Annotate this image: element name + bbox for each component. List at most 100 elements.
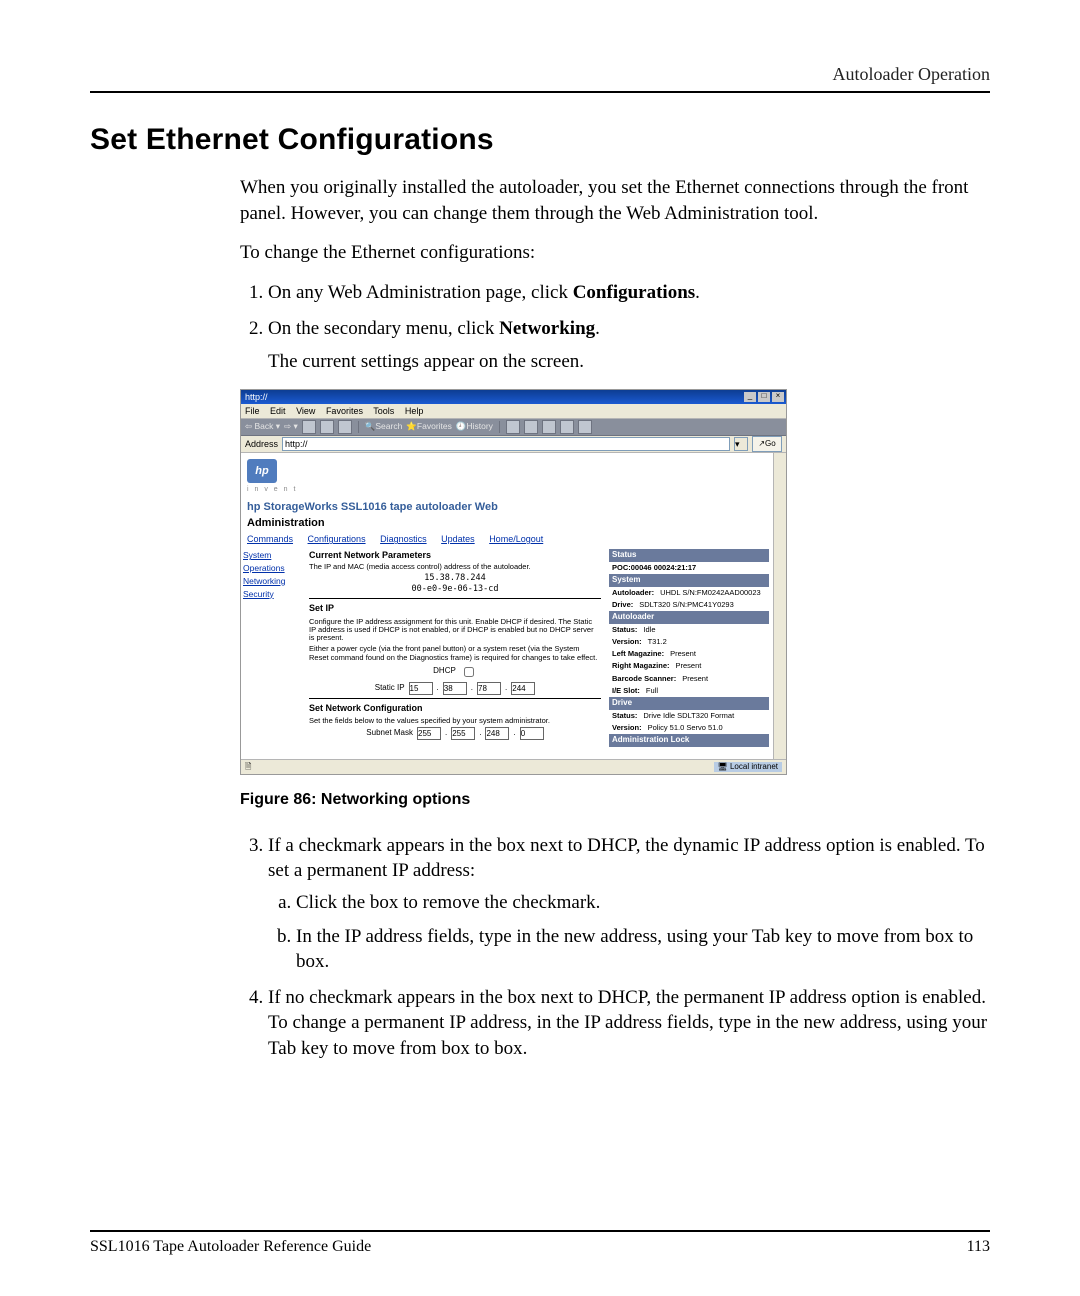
- titlebar-text: http://: [243, 391, 742, 403]
- refresh-icon[interactable]: [320, 420, 334, 434]
- step-1-bold: Configurations: [573, 282, 695, 303]
- menu-help[interactable]: Help: [405, 406, 424, 416]
- edit-icon[interactable]: [542, 420, 556, 434]
- bar-autoloader: Autoloader: [609, 611, 769, 624]
- bar-system: System: [609, 574, 769, 587]
- k-autoloader: Autoloader:: [612, 588, 654, 598]
- menu-edit[interactable]: Edit: [270, 406, 286, 416]
- v-dstatus: Drive Idle SDLT320 Format: [637, 711, 766, 721]
- heading-set-net-config: Set Network Configuration: [309, 702, 601, 714]
- nav-networking[interactable]: Networking: [243, 575, 307, 588]
- intro-paragraph: When you originally installed the autolo…: [240, 175, 990, 226]
- subnet-field-2[interactable]: [451, 727, 475, 740]
- static-ip-row: Static IP . . .: [309, 682, 601, 695]
- static-ip-label: Static IP: [375, 683, 405, 694]
- ip-field-1[interactable]: [409, 682, 433, 695]
- address-dropdown[interactable]: ▾: [734, 437, 748, 451]
- v-rightmag: Present: [670, 661, 767, 671]
- stop-icon[interactable]: [302, 420, 316, 434]
- subnet-field-3[interactable]: [485, 727, 509, 740]
- menu-file[interactable]: File: [245, 406, 260, 416]
- step-3b: In the IP address fields, type in the ne…: [296, 924, 990, 975]
- back-button[interactable]: ⇦ Back ▾: [245, 421, 280, 432]
- tab-configurations[interactable]: Configurations: [308, 534, 366, 544]
- maximize-button[interactable]: □: [758, 392, 770, 402]
- step-3: If a checkmark appears in the box next t…: [268, 833, 990, 975]
- footer-left: SSL1016 Tape Autoloader Reference Guide: [90, 1238, 371, 1256]
- hp-invent-text: i n v e n t: [247, 485, 773, 494]
- favorites-button[interactable]: ⭐Favorites: [406, 421, 452, 432]
- menu-favorites[interactable]: Favorites: [326, 406, 363, 416]
- tab-updates[interactable]: Updates: [441, 534, 475, 544]
- netcfg-desc: Set the fields below to the values speci…: [309, 717, 601, 725]
- print-icon[interactable]: [524, 420, 538, 434]
- k-dstatus: Status:: [612, 711, 637, 721]
- ip-field-4[interactable]: [511, 682, 535, 695]
- center-panel: Current Network Parameters The IP and MA…: [309, 549, 601, 746]
- step-2-subtext: The current settings appear on the scree…: [268, 349, 990, 375]
- tab-home-logout[interactable]: Home/Logout: [489, 534, 543, 544]
- bar-admin-lock: Administration Lock: [609, 734, 769, 747]
- subnet-field-4[interactable]: [520, 727, 544, 740]
- address-bar: Address ▾ ↗Go: [241, 436, 786, 453]
- dhcp-row: DHCP: [309, 664, 601, 680]
- vertical-scrollbar[interactable]: [773, 453, 786, 759]
- k-drive: Drive:: [612, 600, 633, 610]
- product-title2: Administration: [247, 516, 773, 531]
- bar-drive: Drive: [609, 697, 769, 710]
- product-title: hp StorageWorks SSL1016 tape autoloader …: [247, 500, 773, 515]
- nav-system-operations[interactable]: System Operations: [243, 549, 307, 575]
- v-leftmag: Present: [664, 649, 766, 659]
- forward-button[interactable]: ⇨ ▾: [284, 421, 298, 432]
- k-leftmag: Left Magazine:: [612, 649, 664, 659]
- address-input[interactable]: [282, 437, 730, 451]
- history-button[interactable]: 🕘History: [456, 421, 493, 432]
- discuss-icon[interactable]: [560, 420, 574, 434]
- dhcp-checkbox[interactable]: [464, 667, 474, 677]
- step-3a: Click the box to remove the checkmark.: [296, 890, 990, 916]
- mac-value: 00-e0-9e-06-13-cd: [309, 584, 601, 595]
- nav-security[interactable]: Security: [243, 588, 307, 601]
- browser-statusbar: 🗎 🖥 Local intranet: [241, 759, 786, 774]
- heading-set-ip: Set IP: [309, 602, 601, 614]
- messenger-icon[interactable]: [578, 420, 592, 434]
- tab-diagnostics[interactable]: Diagnostics: [380, 534, 427, 544]
- menu-tools[interactable]: Tools: [373, 406, 394, 416]
- v-status2: Idle: [637, 625, 766, 635]
- k-rightmag: Right Magazine:: [612, 661, 670, 671]
- k-ieslot: I/E Slot:: [612, 686, 640, 696]
- toolbar: ⇦ Back ▾ ⇨ ▾ 🔍Search ⭐Favorites 🕘History: [241, 419, 786, 436]
- tab-commands[interactable]: Commands: [247, 534, 293, 544]
- footer-page-number: 113: [967, 1238, 990, 1256]
- setip-note: Either a power cycle (via the front pane…: [309, 645, 601, 662]
- status-icon: 🗎: [245, 762, 251, 773]
- running-head: Autoloader Operation: [90, 64, 990, 85]
- head-rule: [90, 91, 990, 93]
- hp-logo: hp: [247, 459, 277, 483]
- go-button[interactable]: ↗Go: [752, 436, 782, 452]
- minimize-button[interactable]: _: [744, 392, 756, 402]
- page-footer: SSL1016 Tape Autoloader Reference Guide …: [90, 1230, 990, 1256]
- step-2-post: .: [595, 318, 600, 339]
- k-status2: Status:: [612, 625, 637, 635]
- step-1-pre: On any Web Administration page, click: [268, 282, 573, 303]
- mail-icon[interactable]: [506, 420, 520, 434]
- v-drive: SDLT320 S/N:PMC41Y0293: [633, 600, 766, 610]
- subnet-field-1[interactable]: [417, 727, 441, 740]
- k-barcode: Barcode Scanner:: [612, 674, 676, 684]
- ip-value: 15.38.78.244: [309, 573, 601, 584]
- heading-current-network-params: Current Network Parameters: [309, 549, 601, 561]
- ip-field-3[interactable]: [477, 682, 501, 695]
- ip-field-2[interactable]: [443, 682, 467, 695]
- titlebar: http:// _ □ ×: [241, 390, 786, 404]
- address-label: Address: [245, 438, 278, 450]
- bar-status: Status: [609, 549, 769, 562]
- menu-view[interactable]: View: [296, 406, 315, 416]
- v-dversion: Policy 51.0 Servo 51.0: [642, 723, 766, 733]
- step-3-sublist: Click the box to remove the checkmark. I…: [268, 890, 990, 975]
- search-button[interactable]: 🔍Search: [365, 421, 403, 432]
- subnet-row: Subnet Mask . . .: [309, 727, 601, 740]
- home-icon[interactable]: [338, 420, 352, 434]
- close-button[interactable]: ×: [772, 392, 784, 402]
- steps-list-continued: If a checkmark appears in the box next t…: [240, 833, 990, 1062]
